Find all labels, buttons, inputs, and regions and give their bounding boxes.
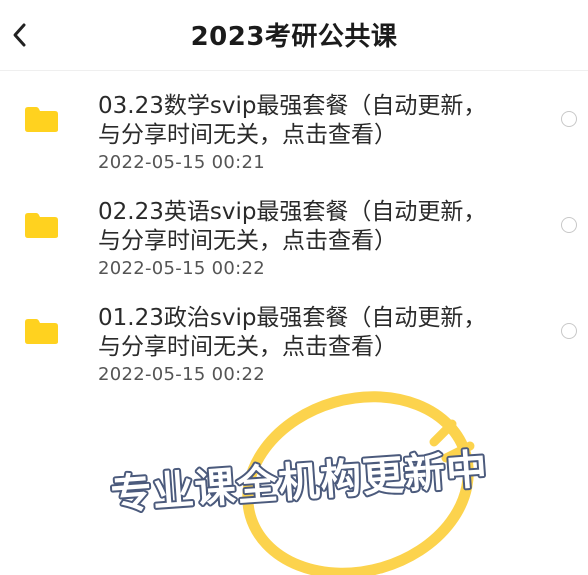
- select-radio[interactable]: [561, 111, 577, 127]
- file-date: 2022-05-15 00:21: [98, 152, 266, 173]
- file-date: 2022-05-15 00:22: [98, 258, 266, 279]
- file-row[interactable]: 03.23数学svip最强套餐（自动更新，与分享时间无关，点击查看） 2022-…: [0, 70, 588, 176]
- file-date: 2022-05-15 00:22: [98, 364, 266, 385]
- promo-sticker: 专业课全机构更新中: [107, 391, 492, 575]
- sticker-text: 专业课全机构更新中: [109, 445, 489, 519]
- folder-icon: [25, 213, 58, 238]
- top-bar: 2023考研公共课: [0, 0, 588, 71]
- file-name: 02.23英语svip最强套餐（自动更新，与分享时间无关，点击查看）: [98, 199, 487, 254]
- select-radio[interactable]: [561, 323, 577, 339]
- sparkle-stroke: [429, 419, 457, 447]
- file-row[interactable]: 02.23英语svip最强套餐（自动更新，与分享时间无关，点击查看） 2022-…: [0, 176, 588, 282]
- file-row[interactable]: 01.23政治svip最强套餐（自动更新，与分享时间无关，点击查看） 2022-…: [0, 282, 588, 388]
- file-name: 03.23数学svip最强套餐（自动更新，与分享时间无关，点击查看）: [98, 93, 487, 148]
- file-name: 01.23政治svip最强套餐（自动更新，与分享时间无关，点击查看）: [98, 305, 487, 360]
- folder-icon: [25, 319, 58, 344]
- folder-icon: [25, 107, 58, 132]
- page-title: 2023考研公共课: [190, 22, 398, 52]
- file-list: 03.23数学svip最强套餐（自动更新，与分享时间无关，点击查看） 2022-…: [0, 70, 588, 388]
- select-radio[interactable]: [561, 217, 577, 233]
